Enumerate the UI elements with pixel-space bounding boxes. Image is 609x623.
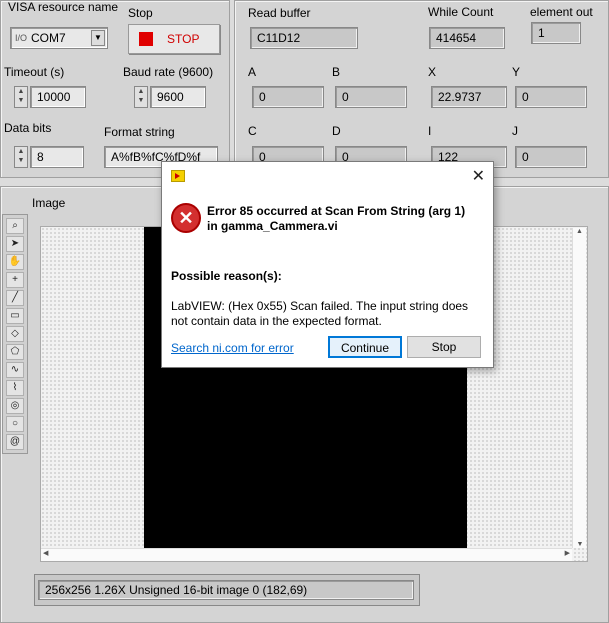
- crosshair-icon[interactable]: +: [6, 272, 24, 288]
- x-indicator: 22.9737: [431, 86, 507, 108]
- scroll-right-icon[interactable]: ▶: [565, 549, 570, 557]
- error-dialog: ✕ ✕ Error 85 occurred at Scan From Strin…: [161, 161, 494, 368]
- scroll-down-icon[interactable]: ▼: [573, 541, 587, 548]
- error-icon: ✕: [171, 203, 201, 233]
- a-indicator: 0: [252, 86, 324, 108]
- stop-square-icon: [139, 32, 153, 46]
- j-label: J: [512, 124, 518, 138]
- labview-icon: [171, 170, 185, 182]
- while-count-indicator: 414654: [429, 27, 505, 49]
- rectangle-icon[interactable]: ▭: [6, 308, 24, 324]
- read-buffer-indicator: C11D12: [250, 27, 358, 49]
- baud-label: Baud rate (9600): [123, 65, 214, 79]
- search-ni-link[interactable]: Search ni.com for error: [171, 341, 294, 355]
- broken-line-icon[interactable]: ⌇: [6, 380, 24, 396]
- x-label: X: [428, 65, 437, 79]
- line-icon[interactable]: ╱: [6, 290, 24, 306]
- databits-stepper[interactable]: ▲ ▼: [14, 146, 28, 168]
- databits-input[interactable]: 8: [30, 146, 84, 168]
- visa-value: COM7: [31, 31, 66, 45]
- y-indicator: 0: [515, 86, 587, 108]
- spiral-icon[interactable]: @: [6, 434, 24, 450]
- dialog-titlebar: ✕: [162, 162, 493, 190]
- polygon-icon[interactable]: ⬠: [6, 344, 24, 360]
- baud-stepper[interactable]: ▲ ▼: [134, 86, 148, 108]
- visa-io-icon: I/O: [15, 33, 28, 43]
- stop-button[interactable]: STOP: [128, 24, 220, 54]
- element-out-indicator: 1: [531, 22, 581, 44]
- i-label: I: [428, 124, 432, 138]
- scroll-up-icon[interactable]: ▲: [573, 228, 586, 235]
- vertical-scrollbar[interactable]: ▲ ▼: [572, 228, 586, 548]
- y-label: Y: [512, 65, 521, 79]
- chevron-down-icon[interactable]: ▼: [91, 30, 105, 46]
- d-label: D: [332, 124, 341, 138]
- continue-button[interactable]: Continue: [328, 336, 402, 358]
- pointer-icon[interactable]: ➤: [6, 236, 24, 252]
- b-indicator: 0: [335, 86, 407, 108]
- a-label: A: [248, 65, 257, 79]
- j-indicator: 0: [515, 146, 587, 168]
- freehand-icon[interactable]: ∿: [6, 362, 24, 378]
- horizontal-scrollbar[interactable]: ◀ ▶: [41, 548, 572, 561]
- databits-label: Data bits: [4, 121, 52, 135]
- visa-resource-select[interactable]: I/O COM7 ▼: [10, 27, 108, 49]
- scroll-left-icon[interactable]: ◀: [43, 549, 48, 557]
- timeout-stepper[interactable]: ▲ ▼: [14, 86, 28, 108]
- rotated-rect-icon[interactable]: ◇: [6, 326, 24, 342]
- timeout-input[interactable]: 10000: [30, 86, 86, 108]
- image-label: Image: [32, 196, 66, 210]
- c-label: C: [248, 124, 257, 138]
- visa-label: VISA resource name: [8, 0, 119, 14]
- timeout-label: Timeout (s): [4, 65, 65, 79]
- error-title: Error 85 occurred at Scan From String (a…: [207, 204, 466, 233]
- read-buffer-label: Read buffer: [248, 6, 311, 20]
- b-label: B: [332, 65, 341, 79]
- baud-input[interactable]: 9600: [150, 86, 206, 108]
- annulus-icon[interactable]: ◎: [6, 398, 24, 414]
- reason-text: LabVIEW: (Hex 0x55) Scan failed. The inp…: [171, 299, 469, 328]
- element-out-label: element out: [530, 5, 593, 19]
- zoom-icon[interactable]: ⌕: [6, 218, 24, 234]
- reason-heading: Possible reason(s):: [171, 269, 282, 283]
- image-status: 256x256 1.26X Unsigned 16-bit image 0 (1…: [38, 580, 414, 600]
- close-icon[interactable]: ✕: [472, 166, 485, 186]
- pan-icon[interactable]: ✋: [6, 254, 24, 270]
- stop-label: Stop: [128, 6, 153, 20]
- dialog-stop-button[interactable]: Stop: [407, 336, 481, 358]
- stop-button-label: STOP: [167, 32, 200, 46]
- oval-icon[interactable]: ○: [6, 416, 24, 432]
- while-count-label: While Count: [428, 5, 494, 19]
- format-label: Format string: [104, 125, 175, 139]
